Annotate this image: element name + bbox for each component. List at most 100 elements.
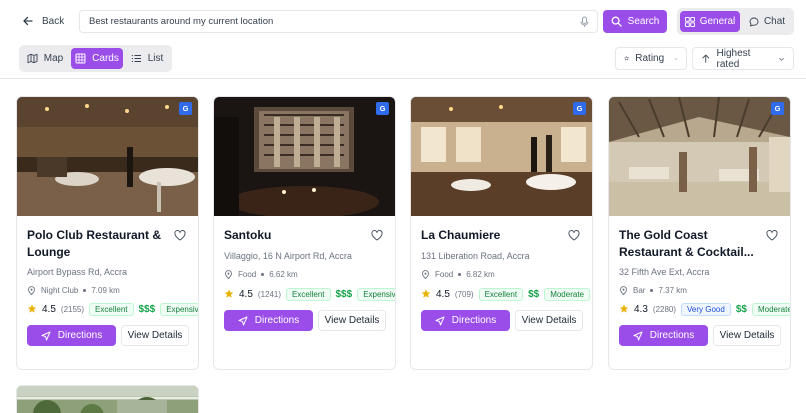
mode-chat-button[interactable]: Chat <box>743 11 791 32</box>
restaurant-distance: 7.37 km <box>658 286 687 295</box>
separator-dot <box>650 289 654 292</box>
view-list-button[interactable]: List <box>126 48 168 69</box>
separator-dot <box>261 273 265 276</box>
directions-button[interactable]: Directions <box>27 325 116 346</box>
view-map-label: Map <box>43 53 64 64</box>
quality-badge: Excellent <box>478 287 524 301</box>
list-icon <box>131 54 141 63</box>
star-outline-icon <box>624 56 629 61</box>
grid-icon <box>75 53 86 64</box>
back-label: Back <box>42 15 65 27</box>
map-icon <box>27 53 38 64</box>
review-count: (1241) <box>257 289 282 299</box>
restaurant-photo: G <box>17 97 198 216</box>
restaurant-category: Bar <box>633 286 646 295</box>
restaurant-meta: Food 6.62 km <box>224 270 298 279</box>
sort-by-select[interactable]: Rating <box>615 47 687 70</box>
directions-label: Directions <box>649 330 695 341</box>
restaurant-meta: Bar 7.37 km <box>619 286 687 295</box>
heart-icon[interactable] <box>371 230 383 241</box>
mode-chat-label: Chat <box>763 16 786 27</box>
restaurant-card[interactable]: G The Gold Coast Restaurant & Cocktail..… <box>608 96 791 370</box>
price-level: $$ <box>528 288 540 300</box>
restaurant-card[interactable] <box>16 385 199 413</box>
back-button[interactable]: Back <box>22 10 64 32</box>
directions-button[interactable]: Directions <box>619 325 708 346</box>
location-pin-icon <box>620 286 627 295</box>
directions-label: Directions <box>254 315 300 326</box>
restaurant-stats: 4.3 (2280) Very Good $$ Moderate <box>619 302 790 316</box>
location-pin-icon <box>422 270 429 279</box>
view-details-button[interactable]: View Details <box>318 310 386 331</box>
restaurant-photo: G <box>411 97 592 216</box>
top-bar: Back Search General Chat <box>0 0 806 42</box>
navigation-arrow-icon <box>435 316 445 325</box>
chevron-down-icon <box>779 57 785 61</box>
star-icon <box>27 304 37 313</box>
restaurant-name: La Chaumiere <box>421 228 501 242</box>
directions-label: Directions <box>57 330 103 341</box>
restaurant-address: 32 Fifth Ave Ext, Accra <box>619 267 710 277</box>
mode-general-label: General <box>699 16 736 27</box>
google-badge: G <box>179 102 192 115</box>
restaurant-photo <box>17 386 198 413</box>
restaurant-photo: G <box>214 97 395 216</box>
view-details-button[interactable]: View Details <box>121 325 189 346</box>
view-details-button[interactable]: View Details <box>515 310 583 331</box>
price-level: $$ <box>735 303 747 315</box>
view-cards-label: Cards <box>92 53 119 64</box>
quality-badge: Very Good <box>681 302 731 316</box>
restaurant-card[interactable]: G La Chaumiere 131 Liberation Road, Accr… <box>410 96 593 370</box>
review-count: (709) <box>454 289 474 299</box>
price-badge: Moderate <box>751 302 790 316</box>
restaurant-name: The Gold Coast Restaurant & Cocktail... <box>619 228 754 259</box>
search-field[interactable] <box>79 10 598 33</box>
star-icon <box>421 289 431 298</box>
location-pin-icon <box>225 270 232 279</box>
restaurant-card[interactable]: G Polo Club Restaurant & Lounge Airport … <box>16 96 199 370</box>
restaurant-category: Night Club <box>41 286 79 295</box>
google-badge: G <box>771 102 784 115</box>
quality-badge: Excellent <box>89 302 134 316</box>
heart-icon[interactable] <box>568 230 580 241</box>
rating-value: 4.5 <box>42 303 56 315</box>
quality-badge: Excellent <box>286 287 331 301</box>
restaurant-address: 131 Liberation Road, Accra <box>421 251 530 261</box>
location-pin-icon <box>28 286 35 295</box>
restaurant-distance: 7.09 km <box>91 286 120 295</box>
search-input[interactable] <box>89 16 569 27</box>
sort-order-select[interactable]: Highest rated <box>692 47 794 70</box>
search-icon <box>611 16 622 27</box>
separator-dot <box>458 273 462 276</box>
view-toolbar: Map Cards List Rating Highest rated <box>0 42 806 79</box>
restaurant-stats: 4.5 (2155) Excellent $$$ Expensive <box>27 302 198 316</box>
view-cards-button[interactable]: Cards <box>71 48 123 69</box>
price-level: $$$ <box>138 303 156 315</box>
search-button[interactable]: Search <box>603 10 667 33</box>
microphone-icon[interactable] <box>579 16 590 28</box>
google-badge: G <box>573 102 586 115</box>
directions-button[interactable]: Directions <box>224 310 313 331</box>
heart-icon[interactable] <box>766 230 778 241</box>
directions-button[interactable]: Directions <box>421 310 510 331</box>
restaurant-category: Food <box>238 270 257 279</box>
view-map-button[interactable]: Map <box>22 48 68 69</box>
arrow-up-icon <box>702 54 710 63</box>
chat-bubble-icon <box>749 17 759 26</box>
view-details-button[interactable]: View Details <box>713 325 781 346</box>
price-badge: Moderate <box>544 287 590 301</box>
mode-general-button[interactable]: General <box>680 11 740 32</box>
search-button-label: Search <box>627 16 660 27</box>
navigation-arrow-icon <box>41 331 51 340</box>
rating-value: 4.3 <box>634 303 648 315</box>
mode-toggle: General Chat <box>677 8 794 35</box>
separator-dot <box>83 289 87 292</box>
google-badge: G <box>376 102 389 115</box>
restaurant-address: Villaggio, 16 N Airport Rd, Accra <box>224 251 352 261</box>
restaurant-card[interactable]: G Santoku Villaggio, 16 N Airport Rd, Ac… <box>213 96 396 370</box>
price-badge: Expensive <box>357 287 395 301</box>
heart-icon[interactable] <box>174 230 186 241</box>
view-list-label: List <box>147 53 164 64</box>
rating-value: 4.5 <box>239 288 253 300</box>
sort-by-label: Rating <box>635 53 665 64</box>
